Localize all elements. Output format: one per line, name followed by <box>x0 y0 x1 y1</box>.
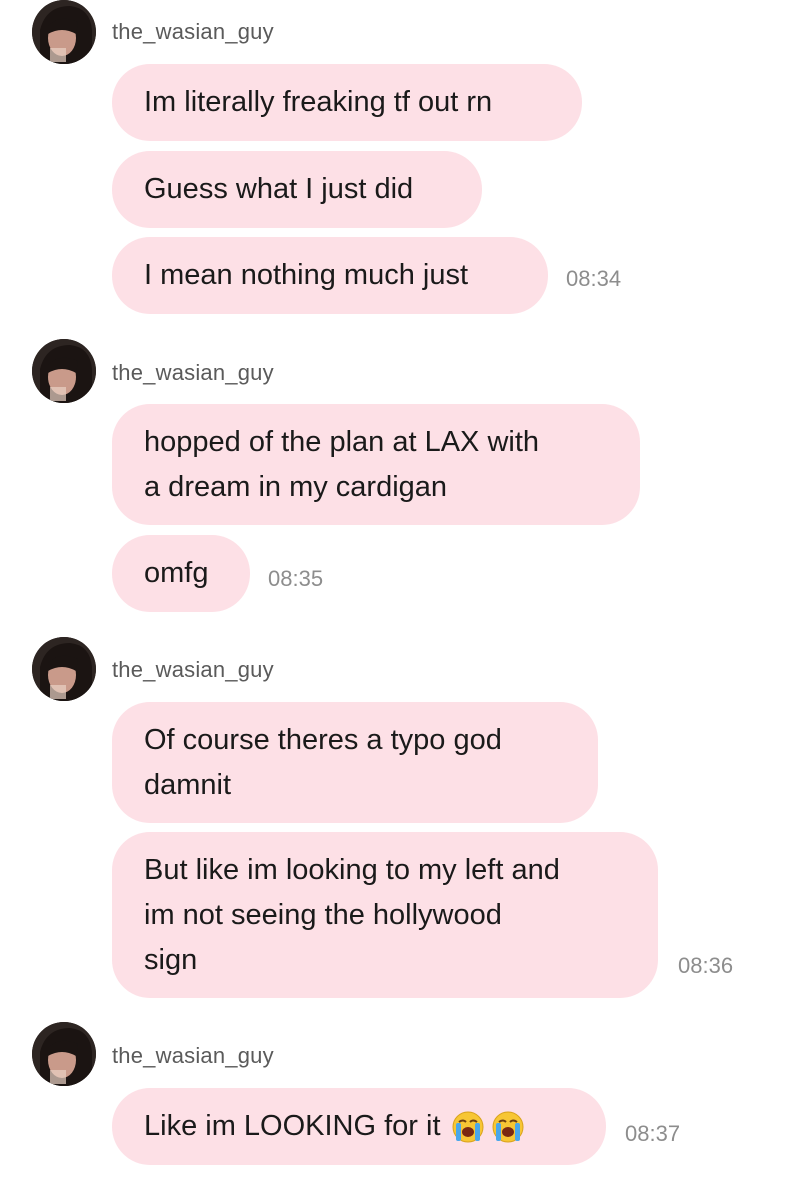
message-text: omfg <box>144 557 209 589</box>
message-bubble[interactable]: But like im looking to my left and im no… <box>112 832 658 998</box>
avatar-photo-icon <box>32 1022 96 1086</box>
avatar[interactable] <box>32 339 96 403</box>
message-bubble[interactable]: I mean nothing much just <box>112 237 548 314</box>
message-bubble[interactable]: Im literally freaking tf out rn <box>112 64 582 141</box>
username[interactable]: the_wasian_guy <box>112 360 274 386</box>
loudly-crying-face-icon <box>492 1111 524 1142</box>
message-text: Guess what I just did <box>144 173 414 205</box>
message-text: hopped of the plan at LAX with a dream i… <box>144 425 540 503</box>
timestamp: 08:34 <box>566 266 622 291</box>
timestamp: 08:36 <box>678 953 734 978</box>
message-bubble[interactable]: omfg <box>112 535 250 612</box>
message-bubble[interactable]: Like im LOOKING for it <box>112 1088 606 1165</box>
message-text: Of course theres a typo god damnit <box>144 723 502 801</box>
message-bubble[interactable]: Guess what I just did <box>112 151 482 228</box>
message-text: Like im LOOKING for it <box>144 1110 441 1142</box>
avatar-photo-icon <box>32 637 96 701</box>
username[interactable]: the_wasian_guy <box>112 1043 274 1069</box>
avatar-photo-icon <box>32 339 96 403</box>
timestamp: 08:35 <box>268 566 324 591</box>
avatar[interactable] <box>32 1022 96 1086</box>
username[interactable]: the_wasian_guy <box>112 19 274 45</box>
message-text: But like im looking to my left and im no… <box>144 853 560 976</box>
timestamp: 08:37 <box>625 1121 681 1146</box>
loudly-crying-face-icon <box>452 1111 484 1142</box>
avatar-photo-icon <box>32 0 96 64</box>
message-bubble[interactable]: hopped of the plan at LAX with a dream i… <box>112 404 640 525</box>
message-text: Im literally freaking tf out rn <box>144 86 493 118</box>
message-bubble[interactable]: Of course theres a typo god damnit <box>112 702 598 823</box>
avatar[interactable] <box>32 0 96 64</box>
message-text: I mean nothing much just <box>144 259 469 291</box>
avatar[interactable] <box>32 637 96 701</box>
username[interactable]: the_wasian_guy <box>112 657 274 683</box>
